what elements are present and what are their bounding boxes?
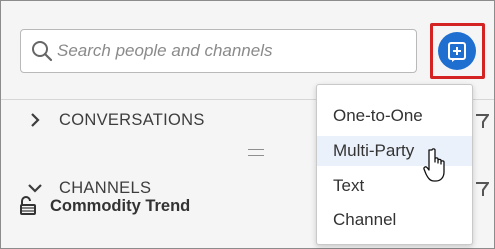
new-conversation-menu: One-to-One Multi-Party Text Channel [316,84,473,245]
unlock-icon [20,196,36,215]
new-chat-icon [448,42,466,62]
chevron-right-icon [31,113,40,127]
filter-icon[interactable] [475,181,489,197]
menu-item-label: Multi-Party [333,141,415,160]
conversations-label: CONVERSATIONS [59,110,205,129]
search-input[interactable] [57,39,397,63]
resize-handle[interactable] [248,149,264,156]
search-box[interactable] [20,29,417,73]
menu-item-text[interactable]: Text [317,171,472,201]
menu-item-multi-party[interactable]: Multi-Party [317,136,472,166]
channel-item[interactable]: Commodity Trend [18,193,190,219]
menu-item-label: Channel [333,210,397,229]
menu-item-label: Text [333,176,365,195]
menu-item-label: One-to-One [333,106,423,125]
channel-name: Commodity Trend [50,196,191,215]
search-icon [32,41,53,62]
menu-item-channel[interactable]: Channel [317,205,472,235]
filter-icon[interactable] [475,113,489,129]
menu-item-one-to-one[interactable]: One-to-One [317,101,472,131]
conversations-section-header[interactable]: CONVERSATIONS [27,107,205,133]
new-conversation-button[interactable] [438,32,476,70]
